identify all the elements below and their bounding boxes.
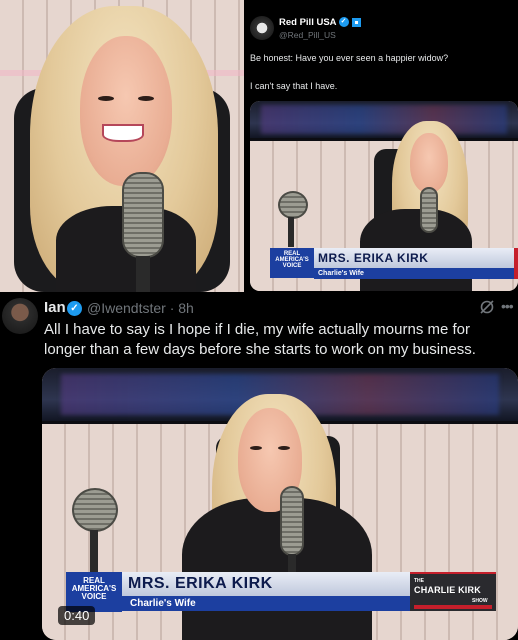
red-accent-strip bbox=[514, 248, 518, 279]
smile bbox=[102, 124, 144, 142]
left-eye bbox=[98, 96, 114, 101]
right-eye bbox=[138, 96, 154, 101]
grok-icon[interactable] bbox=[479, 299, 495, 315]
video-duration-badge: 0:40 bbox=[58, 606, 96, 625]
ian-avatar[interactable] bbox=[2, 298, 38, 334]
lower-third-name: MRS. ERIKA KIRK bbox=[128, 575, 273, 592]
quoted-tweet[interactable]: Red Pill USA ✓ @Red_Pill_US Be honest: Ha… bbox=[246, 0, 518, 292]
more-options-icon[interactable]: ••• bbox=[501, 298, 514, 314]
microphone-icon bbox=[122, 172, 164, 258]
microphone-icon bbox=[278, 191, 308, 219]
microphone-icon bbox=[420, 187, 438, 233]
main-tweet[interactable]: Ian ✓ @Iwendtster · 8h ••• All I have to… bbox=[0, 294, 518, 640]
quoted-tweet-video[interactable]: REAL AMERICA'S VOICE MRS. ERIKA KIRK Cha… bbox=[250, 101, 518, 291]
microphone-stand bbox=[288, 217, 294, 247]
torso bbox=[182, 498, 372, 640]
left-eye bbox=[250, 446, 262, 450]
microphone-icon bbox=[72, 488, 118, 532]
verified-badge-icon: ✓ bbox=[338, 17, 349, 28]
lower-third-name-bar: MRS. ERIKA KIRK bbox=[314, 248, 514, 268]
lower-third-subtitle: Charlie's Wife bbox=[122, 596, 410, 611]
red-pill-avatar[interactable] bbox=[250, 16, 274, 40]
verified-badge-icon: ✓ bbox=[67, 301, 82, 316]
top-left-video-frame bbox=[0, 0, 244, 292]
microphone-icon bbox=[280, 486, 304, 556]
real-americas-voice-logo: REAL AMERICA'S VOICE bbox=[270, 248, 314, 278]
face bbox=[80, 36, 172, 186]
lower-third-subtitle: Charlie's Wife bbox=[314, 268, 514, 279]
face bbox=[410, 133, 448, 193]
microphone-stand bbox=[90, 530, 98, 572]
affiliate-badge-icon bbox=[351, 17, 361, 27]
lower-third-name: MRS. ERIKA KIRK bbox=[318, 251, 429, 265]
right-eye bbox=[278, 446, 290, 450]
microphone-stand bbox=[136, 256, 150, 292]
lower-third-name-bar: MRS. ERIKA KIRK bbox=[122, 572, 410, 596]
quoted-tweet-handle[interactable]: @Red_Pill_US bbox=[279, 30, 336, 40]
main-tweet-video[interactable]: REAL AMERICA'S VOICE MRS. ERIKA KIRK Cha… bbox=[42, 368, 518, 640]
quoted-tweet-line-1: Be honest: Have you ever seen a happier … bbox=[250, 53, 449, 63]
charlie-kirk-show-logo: THE CHARLIE KIRK SHOW bbox=[410, 572, 496, 611]
main-tweet-handle-timestamp[interactable]: @Iwendtster · 8h bbox=[87, 300, 194, 316]
quoted-tweet-author[interactable]: Red Pill USA ✓ bbox=[279, 17, 361, 28]
main-tweet-author[interactable]: Ian bbox=[44, 299, 66, 316]
quoted-tweet-line-2: I can't say that I have. bbox=[250, 81, 338, 91]
studio-monitor bbox=[250, 101, 518, 141]
main-tweet-text: All I have to say is I hope if I die, my… bbox=[44, 321, 476, 358]
